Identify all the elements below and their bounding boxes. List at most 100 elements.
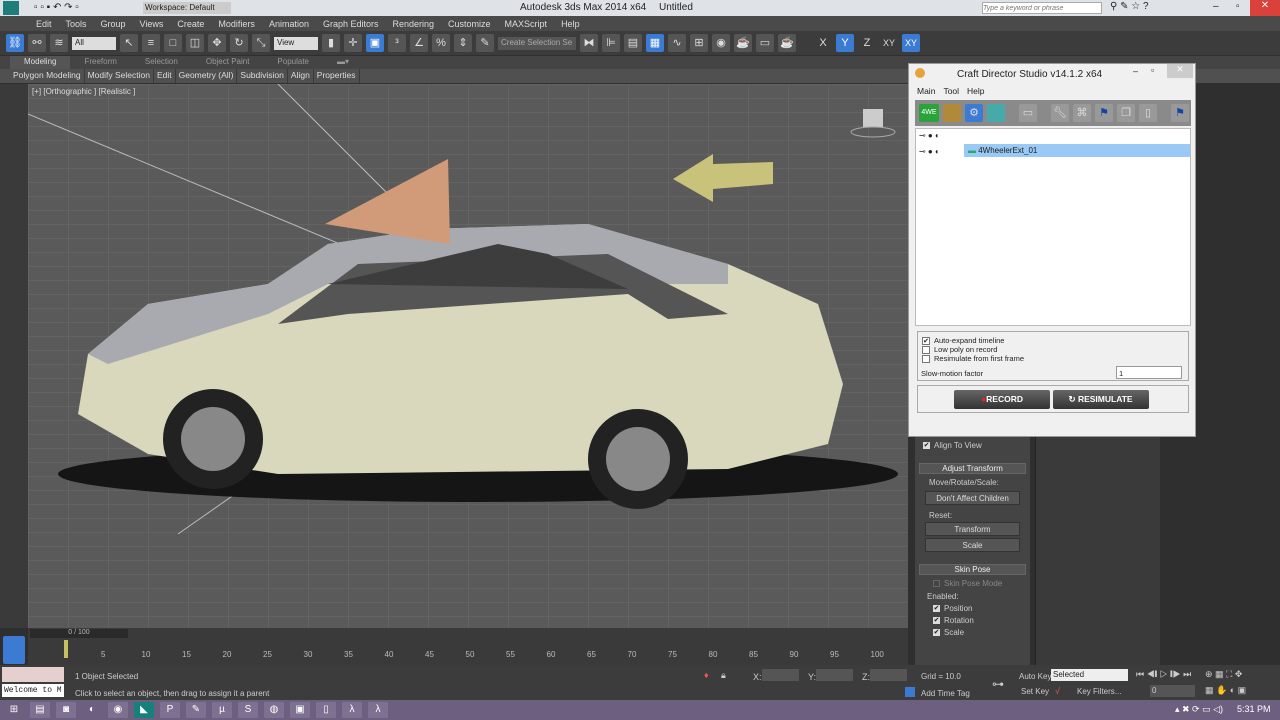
axis-x-button[interactable]: X	[814, 34, 832, 52]
start-button[interactable]: ⊞	[4, 702, 24, 718]
render-setup-icon[interactable]: ☕	[734, 34, 752, 52]
time-slider[interactable]: 0 / 100	[30, 629, 128, 638]
auto-expand-timeline-checkbox[interactable]: ✔ Auto-expand timeline	[922, 336, 1184, 346]
close-button[interactable]: ✕	[1250, 0, 1280, 16]
craft-minimize-button[interactable]: –	[1133, 66, 1138, 76]
align-icon[interactable]: ⊫	[602, 34, 620, 52]
scene-explorer-icon[interactable]: ▦	[646, 34, 664, 52]
select-by-name-icon[interactable]: ≡	[142, 34, 160, 52]
system-tray-icons[interactable]: ▴ ✖ ⟳ ▭ ◁)	[1175, 704, 1223, 715]
select-link-icon[interactable]: ⛓	[6, 34, 24, 52]
export-flag-icon[interactable]: ⚑	[1171, 104, 1189, 122]
layers-tool-icon[interactable]	[987, 104, 1005, 122]
notepad-icon[interactable]: ▯	[316, 702, 336, 718]
isolate-icon[interactable]: ♦	[704, 670, 709, 680]
slow-motion-field[interactable]: 1	[1116, 366, 1182, 379]
menu-group[interactable]: Group	[101, 19, 126, 29]
key-curve-icon[interactable]: √	[1055, 686, 1060, 696]
skin-pose-mode-checkbox[interactable]: Skin Pose Mode	[933, 579, 1012, 588]
folder-icon[interactable]: ▭	[1019, 104, 1037, 122]
scale-checkbox[interactable]: ✔ Scale	[933, 628, 1012, 637]
mirror-icon[interactable]: ⧓	[580, 34, 598, 52]
resimulate-from-first-frame-checkbox[interactable]: Resimulate from first frame	[922, 354, 1184, 364]
craft-menu-main[interactable]: Main	[917, 86, 935, 96]
key-filters-button[interactable]: Key Filters...	[1077, 687, 1121, 696]
menu-modifiers[interactable]: Modifiers	[218, 19, 255, 29]
render-production-icon[interactable]: ☕	[778, 34, 796, 52]
low-poly-on-record-checkbox[interactable]: Low poly on record	[922, 345, 1184, 355]
gamepad-icon[interactable]: ⌘	[1073, 104, 1091, 122]
named-selection-dropdown[interactable]: Create Selection Se	[498, 36, 576, 50]
maximize-button[interactable]: ▫	[1236, 1, 1240, 12]
clipboard-icon[interactable]: ▯	[1139, 104, 1157, 122]
wrench-icon[interactable]: 🔧︎	[1051, 104, 1069, 122]
set-key-icon[interactable]: ⊶	[992, 677, 1004, 691]
firefox-icon[interactable]: ◍	[264, 702, 284, 718]
reset-transform-button[interactable]: Transform	[925, 522, 1020, 536]
chrome-icon[interactable]: ◉	[108, 702, 128, 718]
3dsmax-taskbar-icon[interactable]: ◣	[134, 702, 154, 718]
ribbon-align[interactable]: Align	[288, 69, 314, 83]
paint-icon[interactable]: ✎	[186, 702, 206, 718]
tree-root-icons[interactable]: ⊸ ● ◐	[919, 131, 940, 140]
keyboard-shortcut-override-icon[interactable]: ▣	[366, 34, 384, 52]
app-icon-1[interactable]: λ	[342, 702, 362, 718]
craft-close-button[interactable]: ✕	[1167, 64, 1193, 78]
file-explorer-icon[interactable]: ▤	[30, 702, 50, 718]
menu-tools[interactable]: Tools	[66, 19, 87, 29]
schematic-view-icon[interactable]: ⊞	[690, 34, 708, 52]
workspace-dropdown[interactable]: Workspace: Default	[143, 2, 231, 14]
mini-listener-icon[interactable]	[3, 636, 25, 664]
axis-xy-button[interactable]: XY	[880, 34, 898, 52]
powerpoint-icon[interactable]: P	[160, 702, 180, 718]
axis-z-button[interactable]: Z	[858, 34, 876, 52]
menu-maxscript[interactable]: MAXScript	[505, 19, 548, 29]
record-button[interactable]: ●RECORD	[954, 390, 1050, 409]
menu-animation[interactable]: Animation	[269, 19, 309, 29]
selection-filter-dropdown[interactable]: All	[72, 36, 116, 50]
menu-create[interactable]: Create	[177, 19, 204, 29]
minimize-button[interactable]: –	[1213, 1, 1219, 12]
ribbon-edit[interactable]: Edit	[154, 69, 176, 83]
viewport-navigation-icons[interactable]: ⊕ ▦ ⛶ ✥	[1205, 669, 1242, 680]
material-editor-icon[interactable]: ◉	[712, 34, 730, 52]
key-mode-dropdown[interactable]: Selected	[1051, 669, 1128, 681]
menu-views[interactable]: Views	[140, 19, 164, 29]
unlink-icon[interactable]: ⚯	[28, 34, 46, 52]
adjust-transform-rollout[interactable]: Adjust Transform	[919, 463, 1026, 474]
search-input[interactable]	[982, 2, 1102, 14]
auto-key-button[interactable]: Auto Key	[1019, 672, 1051, 681]
flag-icon[interactable]: ⚑	[1095, 104, 1113, 122]
manipulate-icon[interactable]: ✛	[344, 34, 362, 52]
craft-menu-help[interactable]: Help	[967, 86, 984, 96]
tab-freeform[interactable]: Freeform	[70, 56, 130, 69]
menu-help[interactable]: Help	[561, 19, 580, 29]
menu-rendering[interactable]: Rendering	[393, 19, 435, 29]
craft-menu-tool[interactable]: Tool	[943, 86, 959, 96]
bind-space-warp-icon[interactable]: ≋	[50, 34, 68, 52]
ribbon-properties[interactable]: Properties	[314, 69, 360, 83]
angle-snap-icon[interactable]: ∠	[410, 34, 428, 52]
add-time-tag[interactable]: Add Time Tag	[921, 689, 970, 698]
rotate-icon[interactable]: ↻	[230, 34, 248, 52]
reference-coordinate-dropdown[interactable]: View	[274, 36, 318, 50]
select-object-icon[interactable]: ↖	[120, 34, 138, 52]
move-icon[interactable]: ✥	[208, 34, 226, 52]
maxscript-listener-top[interactable]	[2, 667, 64, 682]
pan-orbit-icons[interactable]: ▦ ✋ ◐ ▣	[1205, 685, 1246, 696]
playback-controls[interactable]: ⏮ ◀❙ ▷ ❙▶ ⏭	[1136, 669, 1191, 680]
tab-modeling[interactable]: Modeling	[10, 56, 71, 69]
rectangle-selection-icon[interactable]: □	[164, 34, 182, 52]
rotation-checkbox[interactable]: ✔ Rotation	[933, 616, 1012, 625]
set-key-button[interactable]: Set Key	[1021, 687, 1049, 696]
remote-desktop-icon[interactable]: ▣	[290, 702, 310, 718]
ribbon-subdivision[interactable]: Subdivision	[237, 69, 288, 83]
axis-y-button[interactable]: Y	[836, 34, 854, 52]
clock[interactable]: 5:31 PM	[1237, 704, 1271, 714]
ribbon-options-icon[interactable]: ▬▾	[323, 56, 363, 69]
copy-icon[interactable]: ❐	[1117, 104, 1135, 122]
tab-populate[interactable]: Populate	[263, 56, 323, 69]
align-to-view-checkbox[interactable]: ✔ Align To View	[923, 439, 1022, 453]
reset-scale-button[interactable]: Scale	[925, 538, 1020, 552]
dont-affect-children-button[interactable]: Don't Affect Children	[925, 491, 1020, 505]
